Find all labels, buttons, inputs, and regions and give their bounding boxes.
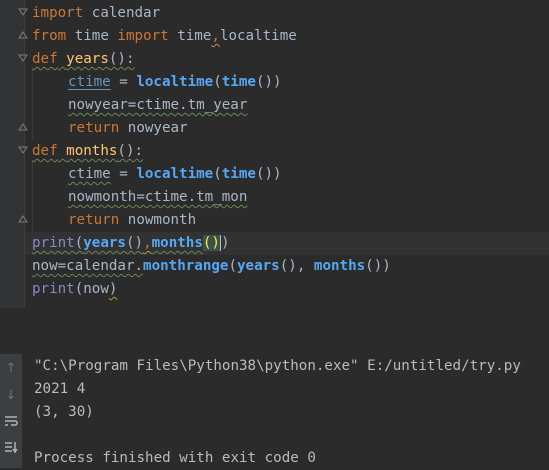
function-name: years — [66, 51, 109, 67]
soft-wrap-icon[interactable] — [3, 414, 19, 430]
code-text: localtime — [219, 28, 297, 44]
keyword: return — [68, 212, 120, 228]
code-text: now=calendar. — [32, 258, 144, 274]
fold-marker-icon[interactable] — [18, 145, 28, 155]
code-text: ( — [213, 74, 222, 90]
code-line-12[interactable]: now=calendar.monthrange(years(), months(… — [32, 255, 391, 278]
function-call: monthrange — [143, 258, 229, 274]
code-text: ( — [74, 235, 84, 251]
indent-guide — [32, 70, 33, 140]
code-text: time — [168, 28, 212, 44]
code-text: ()) — [255, 74, 282, 90]
code-text: ()) — [255, 166, 282, 182]
keyword: import — [32, 5, 84, 21]
code-text: ()) — [365, 258, 391, 274]
brace-match: ) — [211, 235, 220, 251]
comma-warning: , — [143, 235, 152, 251]
code-text: () — [125, 235, 144, 251]
comma-warning: , — [211, 28, 220, 44]
code-text: (now — [74, 281, 109, 297]
code-line-4[interactable]: ctime = localtime(time()) — [68, 71, 282, 94]
fold-end-icon[interactable] — [18, 30, 28, 40]
code-line-5[interactable]: nowyear=ctime.tm_year — [68, 94, 247, 117]
fold-marker-icon[interactable] — [18, 7, 28, 17]
code-line-6[interactable]: return nowyear — [68, 117, 188, 140]
function-call: years — [237, 258, 280, 274]
function-name: months — [66, 143, 118, 159]
code-text: (), — [279, 258, 314, 274]
code-text: (): — [117, 143, 144, 159]
builtin-function: print — [32, 235, 75, 251]
keyword: import — [117, 28, 169, 44]
code-text: ) — [220, 235, 230, 251]
builtin-function: print — [32, 281, 75, 297]
code-text: ) — [108, 281, 118, 297]
console-output-line: Process finished with exit code 0 — [34, 450, 316, 466]
code-text: ( — [213, 166, 222, 182]
function-call: months — [151, 235, 203, 251]
code-text: ( — [228, 258, 238, 274]
code-text: = — [110, 166, 137, 182]
code-text: nowmonth — [119, 212, 197, 228]
code-line-7[interactable]: def months(): — [32, 140, 143, 163]
function-call: years — [83, 235, 126, 251]
code-text: (): — [108, 51, 135, 67]
code-text: time — [66, 28, 118, 44]
code-line-1[interactable]: import calendar — [32, 2, 160, 25]
code-line-10[interactable]: return nowmonth — [68, 209, 196, 232]
fold-end-icon[interactable] — [18, 122, 28, 132]
code-text: = — [110, 74, 137, 90]
keyword: from — [32, 28, 67, 44]
code-line-9[interactable]: nowmonth=ctime.tm_mon — [68, 186, 247, 209]
panel-separator[interactable] — [0, 308, 549, 328]
code-text: nowmonth=ctime.tm_mon — [68, 189, 248, 205]
down-arrow-icon[interactable]: ↓ — [3, 388, 19, 404]
function-call: time — [221, 166, 256, 182]
code-line-3[interactable]: def years(): — [32, 48, 135, 71]
code-editor[interactable]: import calendar from time import time,lo… — [0, 0, 549, 308]
function-call: localtime — [136, 74, 214, 90]
code-line-2[interactable]: from time import time,localtime — [32, 25, 297, 48]
scroll-to-end-icon[interactable] — [3, 440, 19, 456]
console-output-line: 2021 4 — [34, 381, 86, 397]
run-toolbar: ↑ ↓ — [0, 354, 22, 468]
keyword: def — [32, 143, 58, 159]
code-line-11[interactable]: print(years(),months()) — [32, 232, 230, 255]
variable: ctime — [68, 166, 111, 182]
code-line-13[interactable]: print(now) — [32, 278, 117, 301]
fold-marker-icon[interactable] — [18, 53, 28, 63]
code-text: calendar — [83, 5, 161, 21]
console-output-line: "C:\Program Files\Python38\python.exe" E… — [34, 358, 521, 374]
console-output-line: (3, 30) — [34, 404, 94, 420]
keyword: return — [68, 120, 120, 136]
variable: ctime — [68, 74, 111, 90]
code-line-8[interactable]: ctime = localtime(time()) — [68, 163, 282, 186]
function-call: months — [313, 258, 366, 274]
function-call: time — [221, 74, 256, 90]
code-text: nowyear — [119, 120, 188, 136]
indent-guide — [32, 162, 33, 232]
function-call: localtime — [136, 166, 214, 182]
fold-end-icon[interactable] — [18, 214, 28, 224]
code-text: nowyear=ctime.tm_year — [68, 97, 248, 113]
keyword: def — [32, 51, 58, 67]
up-arrow-icon[interactable]: ↑ — [3, 361, 19, 377]
